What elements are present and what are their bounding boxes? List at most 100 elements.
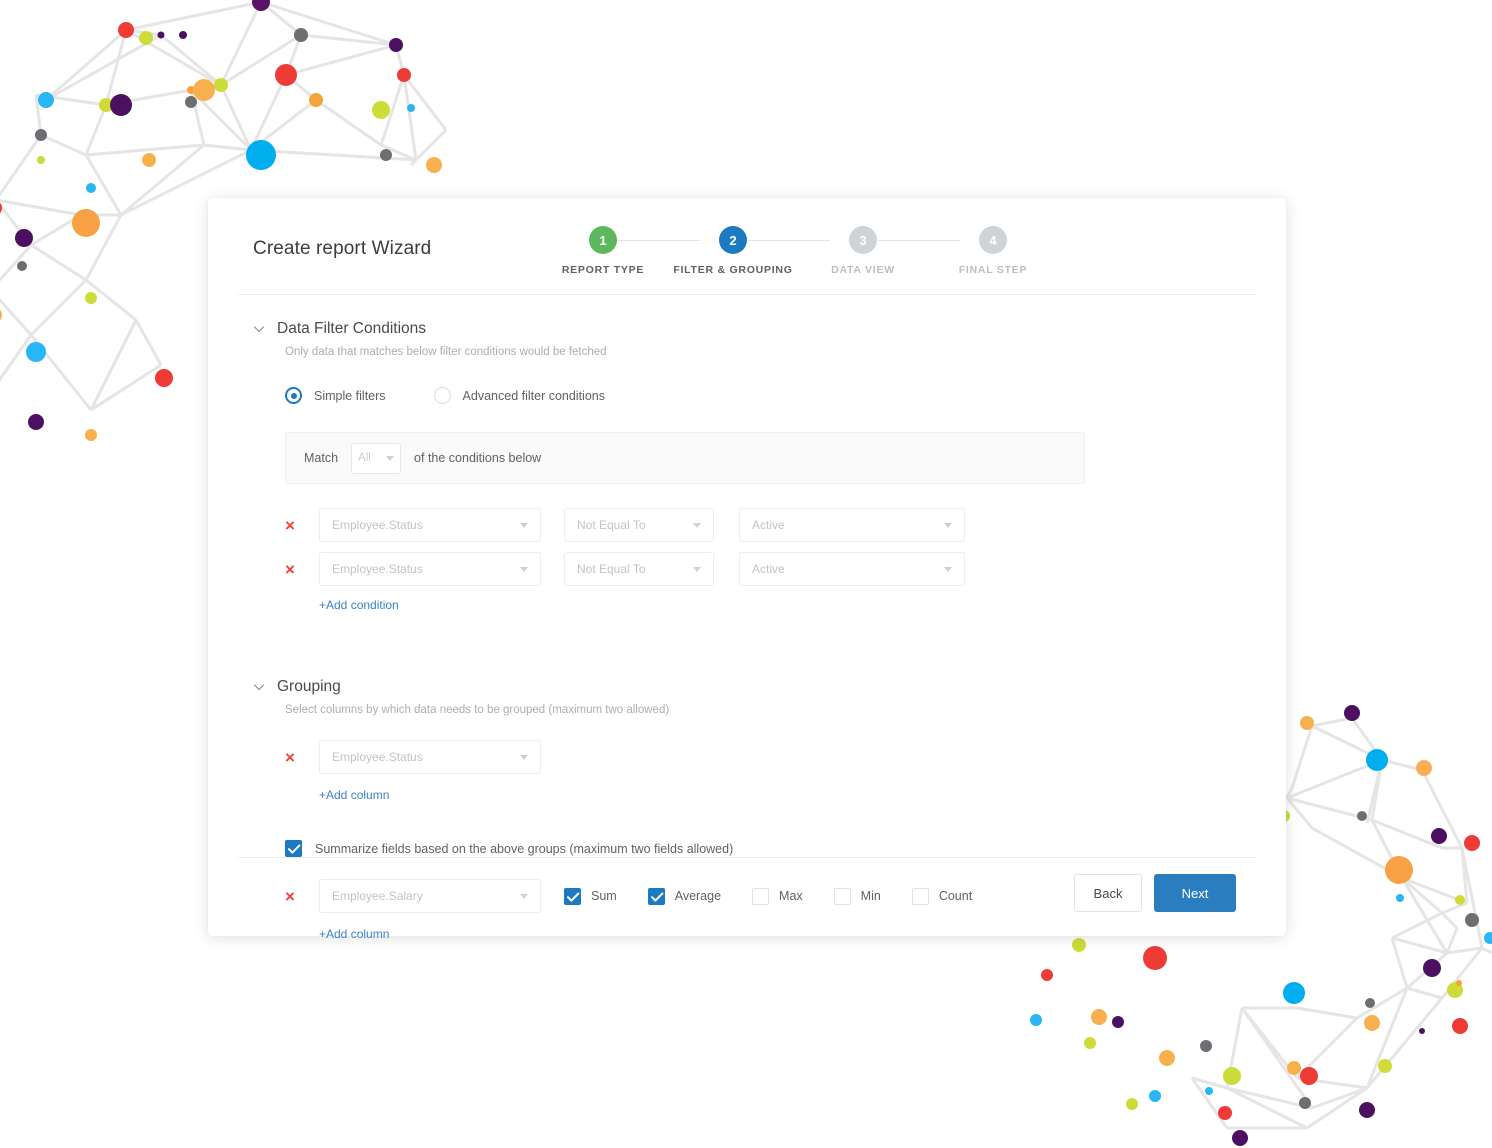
aggregate-checkbox-checked[interactable]	[564, 887, 581, 905]
step-number-badge: 4	[979, 226, 1007, 254]
radio-option-simple-filters[interactable]: Simple filters	[285, 387, 386, 404]
aggregate-checkbox-group: Sum Average Max Min Count	[564, 887, 1003, 905]
aggregate-label: Min	[860, 889, 881, 903]
condition-operator-value: Not Equal To	[577, 518, 646, 532]
radio-indicator-selected[interactable]	[285, 387, 302, 404]
chevron-down-icon	[520, 893, 528, 899]
step-number-badge: 2	[719, 226, 747, 254]
group-column-select[interactable]: Employee.Status	[319, 740, 541, 774]
chevron-down-icon	[693, 522, 701, 528]
aggregate-label: Count	[938, 889, 973, 903]
summarize-toggle-row[interactable]: Summarize fields based on the above grou…	[285, 840, 1241, 857]
step-connector	[878, 239, 960, 241]
aggregate-option-average[interactable]: Average	[647, 887, 722, 905]
chevron-down-icon	[386, 455, 395, 461]
remove-summary-column-icon[interactable]: ×	[285, 888, 319, 905]
aggregate-option-count[interactable]: Count	[911, 887, 973, 905]
wizard-body: Data Filter Conditions Only data that ma…	[208, 294, 1286, 943]
condition-field-value: Employee.Status	[332, 562, 423, 576]
aggregate-option-min[interactable]: Min	[833, 887, 881, 905]
next-button[interactable]: Next	[1154, 874, 1236, 912]
radio-label: Advanced filter conditions	[462, 388, 605, 403]
step-connector	[618, 239, 700, 241]
step-label: FILTER & GROUPING	[673, 264, 793, 276]
condition-field-select[interactable]: Employee.Status	[319, 508, 541, 542]
condition-field-value: Employee.Status	[332, 518, 423, 532]
match-suffix-label: of the conditions below	[414, 451, 542, 465]
remove-group-column-icon[interactable]: ×	[285, 749, 319, 766]
back-button[interactable]: Back	[1074, 874, 1142, 912]
step-connector	[748, 239, 830, 241]
filter-condition-row: × Employee.Status Not Equal To Active	[253, 508, 1241, 542]
chevron-down-icon	[693, 566, 701, 572]
summarize-label: Summarize fields based on the above grou…	[315, 841, 734, 856]
step-number-badge: 1	[589, 226, 617, 254]
condition-value-select[interactable]: Active	[739, 552, 965, 586]
page-title: Create report Wizard	[253, 238, 432, 259]
aggregate-checkbox-unchecked[interactable]	[911, 887, 929, 905]
condition-operator-select[interactable]: Not Equal To	[564, 508, 714, 542]
chevron-down-icon	[520, 566, 528, 572]
chevron-down-icon	[944, 566, 952, 572]
remove-condition-icon[interactable]: ×	[285, 561, 319, 578]
condition-field-select[interactable]: Employee.Status	[319, 552, 541, 586]
wizard-step-4[interactable]: 4 FINAL STEP	[928, 226, 1058, 276]
footer-divider	[237, 857, 1257, 858]
condition-value-value: Active	[752, 562, 785, 576]
radio-option-advanced-filters[interactable]: Advanced filter conditions	[433, 387, 605, 404]
grouping-column-row: × Employee.Status	[253, 740, 1241, 774]
add-group-column-link[interactable]: +Add column	[319, 788, 389, 802]
filter-condition-rows: × Employee.Status Not Equal To Active × …	[253, 508, 1241, 614]
create-report-wizard-card: Create report Wizard 1 REPORT TYPE 2 FIL…	[208, 198, 1286, 941]
step-label: FINAL STEP	[958, 264, 1028, 276]
remove-condition-icon[interactable]: ×	[285, 517, 319, 534]
wizard-footer: Back Next	[1074, 874, 1236, 912]
wizard-step-1[interactable]: 1 REPORT TYPE	[538, 226, 700, 276]
aggregate-checkbox-unchecked[interactable]	[833, 887, 851, 905]
summary-column-value: Employee.Salary	[332, 889, 423, 903]
wizard-step-2[interactable]: 2 FILTER & GROUPING	[668, 226, 830, 276]
aggregate-label: Max	[779, 889, 803, 903]
radio-label: Simple filters	[314, 388, 386, 403]
chevron-down-icon	[520, 754, 528, 760]
filter-section-header[interactable]: Data Filter Conditions	[253, 320, 1241, 338]
add-summary-column-link[interactable]: +Add column	[319, 927, 389, 941]
aggregate-label: Sum	[591, 889, 617, 903]
wizard-step-3[interactable]: 3 DATA VIEW	[798, 226, 960, 276]
radio-indicator-unselected[interactable]	[433, 387, 451, 404]
filter-section-title: Data Filter Conditions	[277, 320, 427, 337]
wizard-header: Create report Wizard 1 REPORT TYPE 2 FIL…	[208, 198, 1286, 295]
step-label: DATA VIEW	[831, 264, 895, 276]
chevron-down-icon[interactable]	[253, 681, 265, 693]
condition-value-value: Active	[752, 518, 785, 532]
aggregate-checkbox-unchecked[interactable]	[752, 887, 770, 905]
aggregate-option-sum[interactable]: Sum	[564, 887, 617, 905]
step-number-badge: 3	[849, 226, 877, 254]
aggregate-label: Average	[674, 889, 722, 903]
grouping-section-header[interactable]: Grouping	[253, 678, 1241, 696]
condition-operator-value: Not Equal To	[577, 562, 646, 576]
grouping-section-title: Grouping	[277, 678, 341, 695]
filter-mode-radio-group: Simple filters Advanced filter condition…	[285, 387, 1241, 404]
filter-section-subtitle: Only data that matches below filter cond…	[285, 346, 607, 358]
wizard-stepper: 1 REPORT TYPE 2 FILTER & GROUPING 3 DATA…	[538, 226, 1058, 276]
condition-value-select[interactable]: Active	[739, 508, 965, 542]
add-condition-link[interactable]: +Add condition	[319, 598, 399, 612]
match-prefix-label: Match	[304, 451, 339, 465]
group-column-value: Employee.Status	[332, 750, 423, 764]
step-label: REPORT TYPE	[561, 264, 645, 276]
condition-operator-select[interactable]: Not Equal To	[564, 552, 714, 586]
grouping-section-subtitle: Select columns by which data needs to be…	[285, 704, 670, 716]
aggregate-checkbox-checked[interactable]	[647, 887, 665, 905]
match-conditions-bar: Match All of the conditions below	[285, 432, 1085, 484]
chevron-down-icon[interactable]	[253, 323, 265, 335]
summarize-checkbox-checked[interactable]	[285, 840, 302, 857]
summary-column-select[interactable]: Employee.Salary	[319, 879, 541, 913]
aggregate-option-max[interactable]: Max	[752, 887, 803, 905]
data-filter-conditions-section: Data Filter Conditions Only data that ma…	[253, 294, 1241, 614]
filter-condition-row: × Employee.Status Not Equal To Active	[253, 552, 1241, 586]
chevron-down-icon	[520, 522, 528, 528]
chevron-down-icon	[944, 522, 952, 528]
match-type-select[interactable]: All	[351, 442, 402, 474]
match-type-value: All	[358, 452, 371, 464]
